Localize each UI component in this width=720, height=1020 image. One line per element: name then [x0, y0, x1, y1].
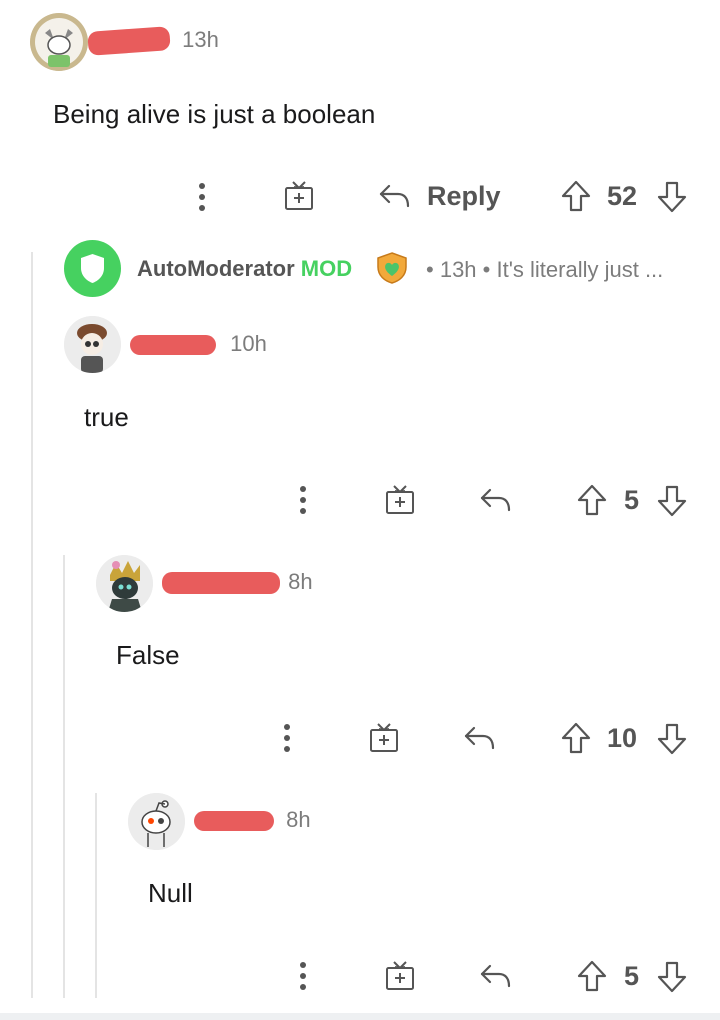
comment-text: Null	[148, 878, 193, 908]
mod-badge: MOD	[300, 256, 353, 281]
comment-text: Being alive is just a boolean	[53, 99, 376, 129]
vote-count: 5	[624, 961, 640, 991]
vote-count: 10	[607, 723, 638, 753]
gift-icon[interactable]	[283, 179, 315, 216]
downvote-arrow-icon[interactable]	[656, 484, 688, 523]
upvote-arrow-icon[interactable]	[576, 483, 608, 522]
avatar[interactable]	[96, 555, 153, 612]
comment-text: False	[116, 640, 180, 670]
reply-button[interactable]: Reply	[427, 181, 501, 212]
comment-time: 13h	[182, 27, 219, 52]
mod-shield-heart-icon	[375, 251, 409, 290]
thread-line-level2[interactable]	[63, 555, 65, 998]
reply-arrow-icon[interactable]	[378, 182, 412, 215]
vote-count: 5	[624, 485, 640, 515]
more-options-icon[interactable]	[297, 960, 309, 997]
gift-icon[interactable]	[368, 721, 400, 758]
comment-text: true	[84, 402, 129, 432]
more-options-icon[interactable]	[196, 181, 208, 218]
redacted-username	[130, 335, 216, 356]
automod-preview[interactable]: It's literally just ...	[496, 257, 663, 282]
downvote-arrow-icon[interactable]	[656, 722, 688, 761]
reply-arrow-icon[interactable]	[479, 486, 513, 519]
thread-line-level1[interactable]	[31, 252, 33, 998]
downvote-arrow-icon[interactable]	[656, 960, 688, 999]
reply-arrow-icon[interactable]	[463, 724, 497, 757]
avatar[interactable]	[128, 793, 185, 850]
comment-meta: 10h	[130, 331, 267, 357]
comment-time: 8h	[288, 569, 313, 594]
avatar[interactable]	[30, 13, 88, 71]
redacted-username	[194, 811, 274, 832]
upvote-arrow-icon[interactable]	[576, 959, 608, 998]
automod-time: 13h	[439, 257, 477, 282]
automoderator-avatar[interactable]	[64, 240, 121, 297]
upvote-arrow-icon[interactable]	[560, 721, 592, 760]
comment-meta: 8h	[194, 807, 311, 833]
comment-meta: 13h	[87, 26, 219, 57]
more-options-icon[interactable]	[281, 722, 293, 759]
gift-icon[interactable]	[384, 483, 416, 520]
bottom-divider	[0, 1013, 720, 1020]
more-options-icon[interactable]	[297, 484, 309, 521]
thread-line-level3[interactable]	[95, 793, 97, 998]
downvote-arrow-icon[interactable]	[656, 180, 688, 219]
avatar[interactable]	[64, 316, 121, 373]
comment-time: 10h	[230, 331, 267, 356]
automod-meta: AutoModerator MOD	[137, 256, 352, 282]
redacted-username	[87, 26, 171, 57]
gift-icon[interactable]	[384, 959, 416, 996]
vote-count: 52	[607, 181, 638, 211]
upvote-arrow-icon[interactable]	[560, 179, 592, 218]
automod-time-preview: • 13h • It's literally just ...	[426, 257, 664, 282]
comment-meta: 8h	[162, 569, 313, 595]
reply-arrow-icon[interactable]	[479, 962, 513, 995]
redacted-username	[162, 572, 280, 595]
automod-username[interactable]: AutoModerator	[137, 256, 295, 281]
comment-time: 8h	[286, 807, 311, 832]
